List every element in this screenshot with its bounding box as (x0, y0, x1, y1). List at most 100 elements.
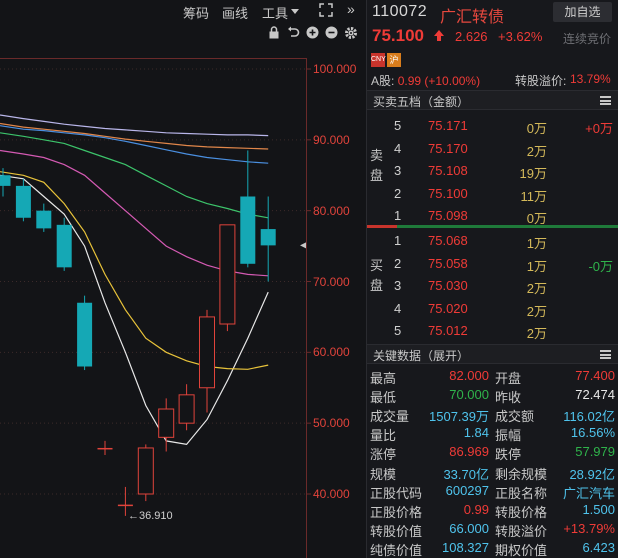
key-label: 转股价值 (370, 523, 423, 539)
y-tick-label: 90.000 (313, 132, 350, 147)
candle-body (199, 316, 215, 389)
a-share-label: A股: (371, 74, 395, 88)
candle-body (36, 210, 52, 229)
order-delta: +0万 (585, 121, 613, 136)
sell-order-row[interactable]: 5 75.171 0万 +0万 (389, 115, 618, 137)
level: 1 (394, 233, 402, 248)
key-value: 108.327 (442, 539, 489, 555)
order-amount: 2万 (526, 303, 547, 319)
key-value: 86.969 (449, 444, 489, 460)
security-name: 广汇转债 (440, 9, 505, 26)
expand-icon[interactable] (318, 2, 334, 21)
y-tick-label: 80.000 (313, 203, 350, 218)
key-value: 28.92亿 (569, 466, 615, 482)
exchange-badge: 沪 (387, 53, 401, 67)
y-tick-label: 70.000 (313, 274, 350, 289)
order-amount: 19万 (519, 166, 547, 181)
key-data-row: 纯债价值 108.327 期权价值 6.423 (367, 539, 618, 558)
key-value: 1.84 (463, 425, 489, 441)
key-label: 开盘 (495, 371, 522, 386)
key-label: 最高 (370, 371, 397, 386)
key-label: 跌停 (495, 447, 522, 463)
lock-icon[interactable] (268, 26, 280, 40)
key-value: 57.979 (575, 444, 615, 460)
orderbook-header[interactable]: 买卖五档（金额） (367, 90, 618, 110)
key-data-row: 正股代码 600297 正股名称 广汇汽车 (367, 482, 618, 501)
key-data-header[interactable]: 关键数据（展开） (367, 344, 618, 364)
key-label: 成交量 (370, 409, 410, 425)
draw-line-button[interactable]: 画线 (222, 3, 248, 22)
premium-label: 转股溢价: (515, 74, 567, 88)
zoom-out-icon[interactable] (325, 26, 338, 40)
key-label: 纯债价值 (370, 542, 423, 558)
level: 5 (394, 118, 402, 133)
sell-order-row[interactable]: 3 75.108 19万 (389, 160, 618, 182)
key-data-row: 成交量 1507.39万 成交额 116.02亿 (367, 405, 618, 424)
candle-body (240, 196, 256, 264)
key-value: 116.02亿 (563, 409, 615, 425)
chips-button[interactable]: 筹码 (183, 3, 209, 22)
sell-order-row[interactable]: 2 75.100 11万 (389, 183, 618, 205)
kline-chart[interactable]: 筹码 画线 工具 » 100.000 90.000 80.000 70.000 60.0… (0, 0, 366, 558)
key-label: 正股代码 (370, 485, 423, 501)
key-data-row: 正股价格 0.99 转股价格 1.500 (367, 501, 618, 520)
settings-icon[interactable] (344, 26, 358, 40)
key-data-row: 最低 70.000 昨收 72.474 (367, 386, 618, 405)
buy-order-row[interactable]: 3 75.030 2万 (389, 275, 618, 297)
price-change-pct: +3.62% (498, 29, 543, 44)
key-data-row: 量比 1.84 振幅 16.56% (367, 424, 618, 443)
buy-order-row[interactable]: 2 75.058 1万 -0万 (389, 253, 618, 275)
order-price: 75.170 (428, 140, 468, 156)
key-label: 昨收 (495, 390, 522, 406)
undo-icon[interactable] (287, 26, 300, 40)
key-value: 33.70亿 (443, 466, 489, 482)
key-label: 最低 (370, 390, 397, 406)
key-label: 剩余规模 (495, 466, 548, 482)
up-arrow-stem (437, 35, 441, 41)
y-tick-label: 40.000 (313, 487, 350, 501)
buy-order-row[interactable]: 4 75.020 2万 (389, 298, 618, 320)
trading-status: 连续竞价 (563, 32, 612, 46)
candle-body (0, 175, 11, 186)
level: 4 (394, 300, 402, 316)
orderbook-divider (367, 225, 618, 228)
order-amount: 11万 (520, 188, 548, 204)
order-amount: 2万 (526, 143, 547, 159)
candle-body (219, 224, 236, 325)
tools-button[interactable]: 工具 (262, 3, 288, 22)
buy-side-label: 买盘 (370, 258, 384, 293)
key-value: 1.500 (582, 501, 615, 517)
level: 3 (394, 278, 402, 293)
key-value: 1507.39万 (429, 409, 489, 425)
candle-body (158, 408, 175, 438)
key-label: 期权价值 (495, 542, 548, 558)
buy-order-row[interactable]: 1 75.068 1万 (389, 230, 618, 252)
zoom-in-icon[interactable] (306, 26, 319, 40)
menu-icon[interactable] (600, 96, 611, 105)
sell-order-row[interactable]: 4 75.170 2万 (389, 138, 618, 160)
a-share-line: A股: 0.99 (+10.00%) (371, 72, 480, 89)
order-amount: 2万 (526, 326, 547, 341)
y-tick-label: 100.000 (313, 62, 357, 76)
order-delta: -0万 (588, 258, 613, 274)
last-price: 75.100 (372, 26, 424, 45)
key-value: 70.000 (449, 387, 489, 403)
double-chevron-right-icon[interactable]: » (347, 1, 355, 17)
kline-chart-canvas[interactable] (0, 0, 366, 558)
menu-icon[interactable] (600, 350, 611, 359)
buy-order-row[interactable]: 5 75.012 2万 (389, 320, 618, 342)
add-watchlist-button[interactable]: 加自选 (553, 2, 612, 22)
min-price-label: ←36.910 (128, 510, 173, 522)
key-label: 正股价格 (370, 504, 423, 520)
key-data-row: 最高 82.000 开盘 77.400 (367, 367, 618, 386)
key-label: 转股溢价 (495, 523, 548, 539)
key-value: 0.99 (463, 501, 489, 517)
key-value: 广汇汽车 (562, 485, 615, 501)
y-tick-label: 50.000 (313, 416, 350, 431)
key-label: 正股名称 (495, 485, 548, 501)
tools-dropdown-icon[interactable] (291, 9, 299, 14)
key-value: 77.400 (575, 368, 615, 383)
candle-body (260, 229, 276, 246)
premium-value: 13.79% (570, 72, 611, 86)
sell-order-row[interactable]: 1 75.098 0万 (389, 205, 618, 227)
